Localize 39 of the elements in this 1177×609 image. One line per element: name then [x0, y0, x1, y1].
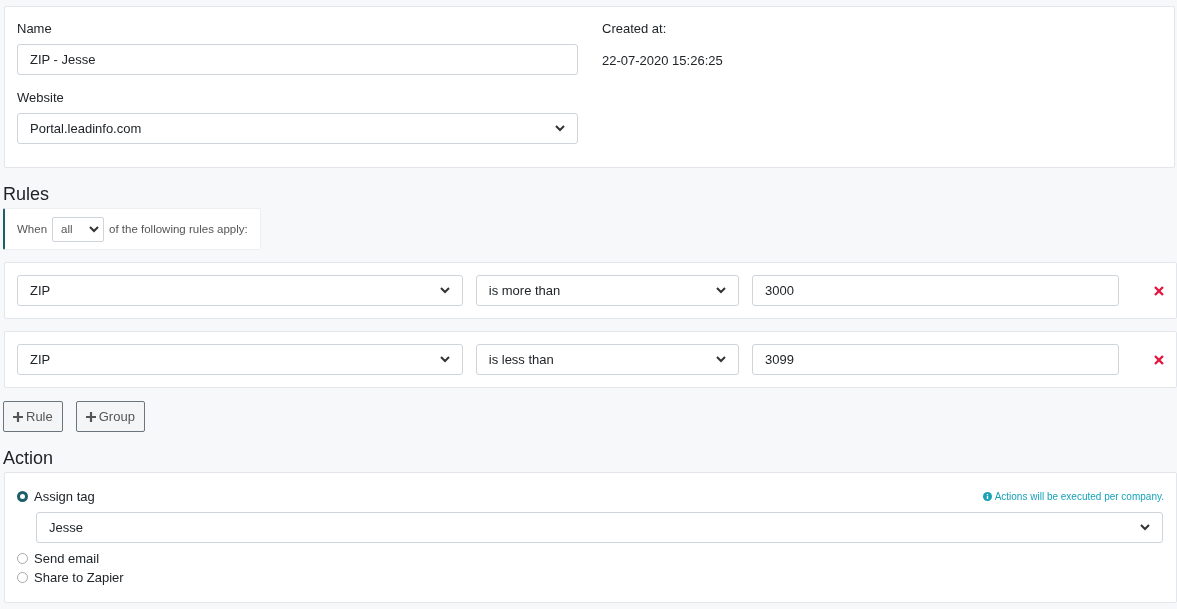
name-input[interactable]: ZIP - Jesse — [17, 44, 578, 75]
radio-button[interactable] — [17, 491, 28, 502]
remove-icon[interactable] — [1154, 354, 1164, 365]
chevron-down-icon — [439, 356, 450, 363]
field-dropdown[interactable]: ZIP — [17, 344, 463, 375]
radio-button[interactable] — [17, 553, 28, 564]
website-dropdown[interactable]: Portal.leadinfo.com — [17, 113, 578, 144]
info-note: Actions will be executed per company. — [982, 487, 1164, 506]
operator-dropdown[interactable]: is more than — [475, 275, 740, 306]
plus-icon — [85, 411, 96, 422]
chevron-down-icon — [439, 287, 450, 294]
option-label[interactable]: Send email — [34, 551, 100, 566]
field-label: Website — [17, 90, 65, 105]
field-label: Name — [17, 21, 53, 36]
section-heading: Action — [3, 448, 54, 469]
chevron-down-icon — [716, 356, 727, 363]
condition-text: of the following rules apply: — [109, 223, 248, 235]
match-dropdown[interactable]: all — [52, 216, 105, 242]
info-icon — [982, 492, 992, 501]
radio-button[interactable] — [17, 572, 28, 583]
chevron-down-icon — [555, 125, 565, 132]
plus-icon — [13, 411, 23, 422]
remove-icon[interactable] — [1154, 285, 1164, 296]
add-button[interactable]: Rule — [3, 401, 63, 432]
option-label[interactable]: Assign tag — [34, 489, 95, 504]
chevron-down-icon — [89, 225, 100, 233]
operator-dropdown[interactable]: is less than — [475, 344, 740, 375]
option-label[interactable]: Share to Zapier — [34, 570, 124, 585]
field-dropdown[interactable]: ZIP — [17, 275, 463, 306]
tag-dropdown[interactable]: Jesse — [36, 512, 1163, 543]
value-input[interactable]: 3099 — [752, 344, 1120, 375]
chevron-down-icon — [1140, 524, 1150, 531]
condition-text: When — [17, 223, 48, 235]
chevron-down-icon — [716, 287, 727, 294]
section-heading: Rules — [3, 184, 50, 205]
value-input[interactable]: 3000 — [752, 275, 1120, 306]
field-label: Created at: — [602, 21, 668, 36]
add-button[interactable]: Group — [75, 401, 145, 432]
created-date: 22-07-2020 15:26:25 — [602, 53, 723, 68]
